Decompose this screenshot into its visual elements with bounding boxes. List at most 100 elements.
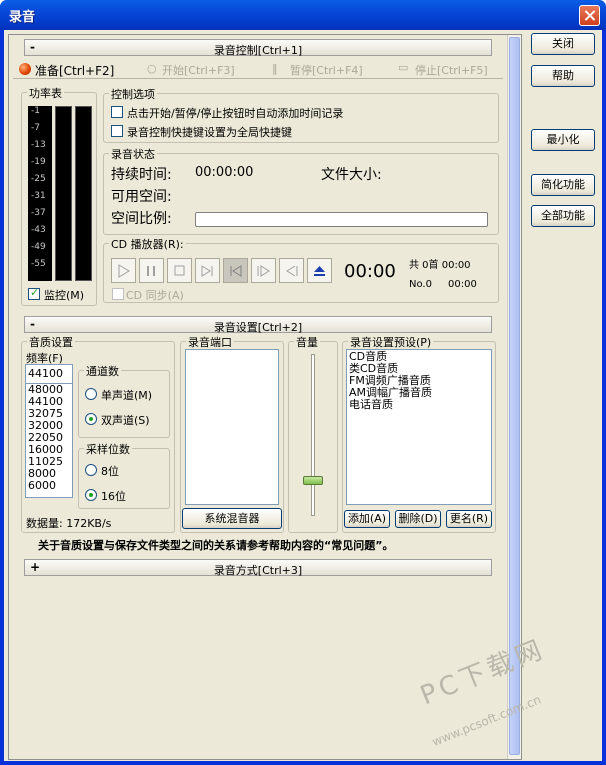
cd-next-button[interactable] (195, 258, 220, 283)
eject-icon (314, 266, 325, 276)
record-port-title: 录音端口 (186, 334, 234, 350)
quality-group: 音质设置 频率(F) 44100 48000 44100 32075 32000… (21, 334, 175, 533)
dialog-window: 录音 关闭 帮助 最小化 简化功能 全部功能 - 录音控制[Ctrl+1] 准备… (0, 0, 606, 765)
skip-prev-icon (230, 265, 242, 277)
cd-forward-button[interactable] (251, 258, 276, 283)
power-meter-group: 功率表 -1 -7 -13 -19 -25 -31 -37 -43 -49 -5… (21, 85, 97, 306)
meter-tick: -13 (31, 140, 46, 150)
bits16-radio[interactable] (85, 489, 97, 501)
record-control-title: 录音控制[Ctrl+1] (213, 44, 303, 57)
simple-mode-button[interactable]: 简化功能 (531, 174, 595, 196)
volume-title: 音量 (294, 334, 320, 350)
power-meter-title: 功率表 (27, 85, 64, 101)
channels-title: 通道数 (84, 363, 121, 379)
cd-eject-button[interactable] (307, 258, 332, 283)
help-button[interactable]: 帮助 (531, 65, 595, 87)
rewind-icon (286, 265, 298, 277)
channels-group: 通道数 单声道(M) 双声道(S) (78, 363, 170, 438)
cd-rewind-button[interactable] (279, 258, 304, 283)
volume-slider-thumb[interactable] (303, 476, 323, 486)
skip-next-icon (201, 265, 213, 277)
global-hotkey-label: 录音控制快捷键设置为全局快捷键 (127, 126, 292, 139)
cd-time: 00:00 (344, 261, 396, 282)
title-bar[interactable]: 录音 (0, 0, 606, 30)
fast-forward-icon (257, 265, 270, 277)
space-ratio-label: 空间比例: (111, 211, 172, 227)
data-rate: 数据量: 172KB/s (26, 517, 112, 530)
stereo-label: 双声道(S) (101, 414, 150, 427)
volume-group: 音量 (288, 334, 338, 533)
duration-value: 00:00:00 (195, 165, 254, 180)
auto-time-record-checkbox[interactable] (111, 106, 123, 118)
duration-label: 持续时间: (111, 167, 172, 183)
cd-play-button[interactable] (111, 258, 136, 283)
stop-icon: ▭ (398, 61, 409, 74)
cd-pause-button[interactable] (139, 258, 164, 283)
frequency-combobox[interactable]: 44100 48000 44100 32075 32000 22050 1600… (25, 364, 73, 498)
meter-tick: -25 (31, 174, 46, 184)
pause-button[interactable]: 暂停[Ctrl+F4] (290, 62, 363, 78)
record-status-group: 录音状态 持续时间: 00:00:00 文件大小: 可用空间: 空间比例: (103, 146, 499, 235)
meter-tick: -1 (31, 106, 40, 116)
mono-label: 单声道(M) (101, 389, 153, 402)
quality-note: 关于音质设置与保存文件类型之间的关系请参考帮助内容的“常见问题”。 (38, 539, 394, 552)
meter-tick: -37 (31, 208, 46, 218)
stop-button[interactable]: 停止[Ctrl+F5] (415, 62, 488, 78)
window-title: 录音 (9, 10, 36, 25)
minimize-button[interactable]: 最小化 (531, 129, 595, 151)
stop-icon (174, 265, 185, 276)
record-port-list[interactable] (185, 349, 279, 505)
client-area: 关闭 帮助 最小化 简化功能 全部功能 - 录音控制[Ctrl+1] 准备[Ct… (4, 30, 602, 761)
record-mode-header[interactable]: + 录音方式[Ctrl+3] (24, 559, 492, 577)
cd-prev-button[interactable] (223, 258, 248, 283)
system-mixer-button[interactable]: 系统混音器 (182, 508, 282, 529)
content-panel: - 录音控制[Ctrl+1] 准备[Ctrl+F2] ○ 开始[Ctrl+F3]… (8, 34, 522, 760)
preset-list[interactable]: CD音质 类CD音质 FM调频广播音质 AM调幅广播音质 电话音质 (346, 349, 492, 505)
stereo-radio[interactable] (85, 413, 97, 425)
cd-total: 共 0首 00:00 (409, 260, 471, 271)
record-port-group: 录音端口 系统混音器 (180, 334, 284, 533)
frequency-option[interactable]: 6000 (26, 480, 72, 492)
ready-button[interactable]: 准备[Ctrl+F2] (35, 62, 114, 79)
rename-preset-button[interactable]: 更名(R) (446, 510, 492, 528)
pause-icon (147, 266, 155, 276)
control-options-title: 控制选项 (109, 86, 157, 102)
meter-tick: -49 (31, 242, 46, 252)
cd-sync-label: CD 同步(A) (126, 289, 184, 302)
cd-stop-button[interactable] (167, 258, 192, 283)
meter-tick: -19 (31, 157, 46, 167)
control-options-group: 控制选项 点击开始/暂停/停止按钮时自动添加时间记录 录音控制快捷键设置为全局快… (103, 86, 499, 143)
meter-tick: -55 (31, 259, 46, 269)
record-settings-title: 录音设置[Ctrl+2] (213, 321, 303, 334)
window-close-icon[interactable] (579, 5, 600, 26)
preset-group: 录音设置预设(P) CD音质 类CD音质 FM调频广播音质 AM调幅广播音质 电… (342, 334, 496, 533)
meter-tick: -7 (31, 123, 40, 133)
monitor-checkbox[interactable] (28, 286, 40, 300)
cd-sync-checkbox[interactable] (112, 288, 124, 300)
cd-track-no: No.0 (409, 279, 432, 290)
meter-tick: -31 (31, 191, 46, 201)
bits8-radio[interactable] (85, 464, 97, 476)
delete-preset-button[interactable]: 删除(D) (395, 510, 441, 528)
mono-radio[interactable] (85, 388, 97, 400)
record-mode-title: 录音方式[Ctrl+3] (213, 564, 303, 577)
meter-scale: -1 -7 -13 -19 -25 -31 -37 -43 -49 -55 (28, 106, 52, 281)
record-status-title: 录音状态 (109, 146, 157, 162)
start-button[interactable]: 开始[Ctrl+F3] (162, 62, 235, 78)
cd-player-title: CD 播放器(R): (109, 236, 186, 252)
record-control-header[interactable]: - 录音控制[Ctrl+1] (24, 39, 492, 57)
frequency-input[interactable]: 44100 (26, 365, 72, 384)
full-mode-button[interactable]: 全部功能 (531, 205, 595, 227)
preset-title: 录音设置预设(P) (348, 334, 434, 350)
add-preset-button[interactable]: 添加(A) (344, 510, 390, 528)
auto-time-record-label: 点击开始/暂停/停止按钮时自动添加时间记录 (127, 107, 344, 120)
cd-track-time: 00:00 (448, 279, 477, 290)
bit-depth-group: 采样位数 8位 16位 (78, 441, 170, 509)
volume-track[interactable] (311, 354, 315, 516)
preset-item[interactable]: 电话音质 (347, 399, 491, 411)
close-button[interactable]: 关闭 (531, 33, 595, 55)
start-icon: ○ (147, 62, 157, 75)
record-settings-header[interactable]: - 录音设置[Ctrl+2] (24, 316, 492, 334)
monitor-label: 监控(M) (44, 289, 85, 302)
global-hotkey-checkbox[interactable] (111, 125, 123, 137)
